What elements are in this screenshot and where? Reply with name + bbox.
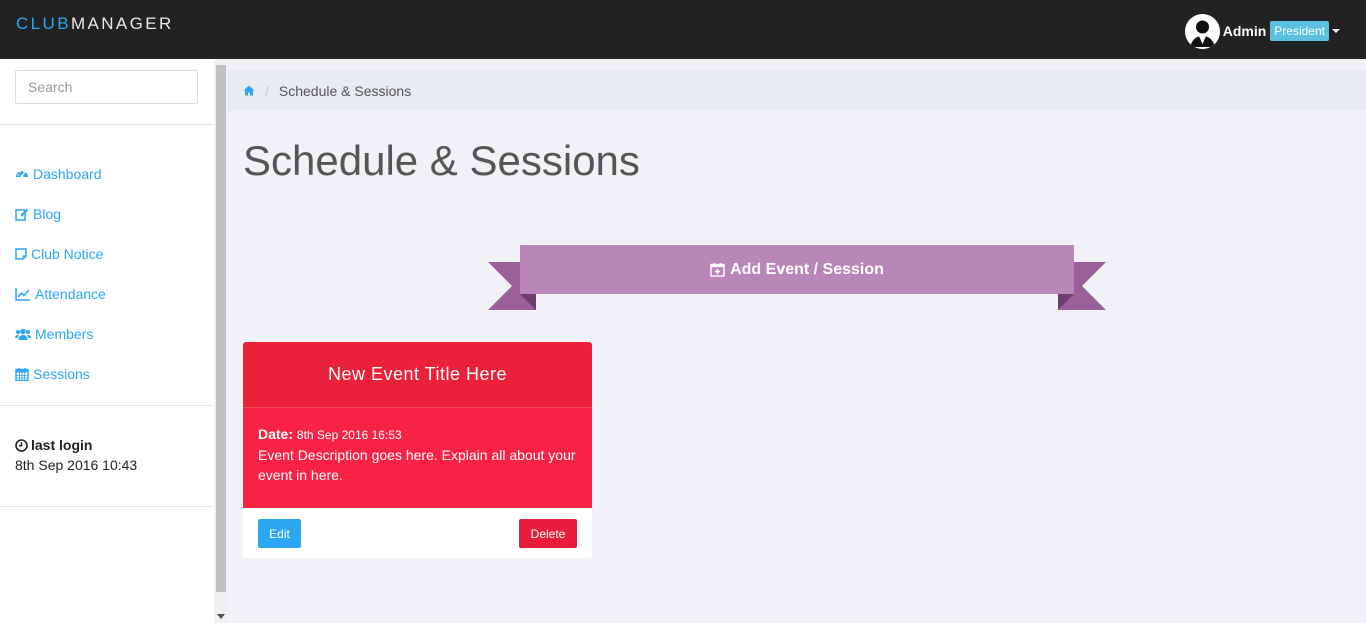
sidebar-item-dashboard[interactable]: Dashboard: [15, 154, 106, 194]
event-date-value: 8th Sep 2016 16:53: [296, 428, 402, 442]
event-date-label: Date:: [258, 426, 294, 442]
users-icon: [15, 328, 31, 340]
sidebar-item-attendance[interactable]: Attendance: [15, 274, 106, 314]
delete-button[interactable]: Delete: [519, 519, 577, 548]
sidebar-item-label: Attendance: [35, 286, 106, 302]
last-login-label: last login: [31, 437, 93, 453]
chevron-down-icon[interactable]: [1332, 29, 1340, 33]
sidebar-item-members[interactable]: Members: [15, 314, 106, 354]
last-login-panel: last login 8th Sep 2016 10:43: [15, 437, 137, 473]
add-event-button[interactable]: Add Event / Session: [520, 245, 1074, 294]
sidebar-item-label: Club Notice: [31, 246, 104, 262]
add-event-label: Add Event / Session: [730, 260, 884, 278]
add-event-ribbon: Add Event / Session: [488, 245, 1106, 310]
search-input[interactable]: [15, 70, 198, 104]
last-login-heading: last login: [15, 437, 137, 453]
home-icon[interactable]: [243, 85, 255, 96]
user-menu[interactable]: Admin President: [1184, 13, 1340, 49]
divider: [0, 506, 214, 507]
clock-icon: [15, 438, 28, 452]
event-card: New Event Title Here Date: 8th Sep 2016 …: [243, 342, 592, 558]
brand-logo[interactable]: CLUBMANAGER: [16, 14, 174, 34]
event-body: Date: 8th Sep 2016 16:53 Event Descripti…: [243, 408, 592, 508]
calendar-icon: [15, 368, 29, 381]
sidebar-item-club-notice[interactable]: Club Notice: [15, 234, 106, 274]
sidebar-item-label: Members: [35, 326, 94, 342]
event-description: Event Description goes here. Explain all…: [258, 447, 576, 483]
edit-button[interactable]: Edit: [258, 519, 301, 548]
divider: [0, 405, 214, 406]
sidebar-item-label: Dashboard: [33, 166, 102, 182]
sidebar-item-label: Blog: [33, 206, 62, 222]
last-login-time: 8th Sep 2016 10:43: [15, 457, 138, 473]
avatar: [1184, 13, 1220, 49]
sticky-note-icon: [15, 248, 27, 260]
edit-icon: [15, 208, 29, 221]
user-name: Admin: [1222, 23, 1267, 39]
top-navbar: CLUBMANAGER Admin President: [0, 0, 1366, 59]
brand-manager-text: MANAGER: [70, 14, 174, 33]
scrollbar-thumb[interactable]: [216, 65, 226, 592]
event-title: New Event Title Here: [243, 342, 592, 408]
sidebar: Dashboard Blog Club Notice Attendance: [0, 59, 214, 623]
sidebar-nav: Dashboard Blog Club Notice Attendance Me…: [15, 154, 106, 394]
scroll-down-arrow-icon[interactable]: [217, 614, 225, 619]
role-badge: President: [1270, 21, 1329, 41]
user-avatar-icon: [1184, 13, 1220, 49]
event-card-footer: Edit Delete: [243, 508, 592, 558]
breadcrumb-current: Schedule & Sessions: [278, 82, 412, 99]
sidebar-item-sessions[interactable]: Sessions: [15, 354, 106, 394]
sidebar-scrollbar[interactable]: [214, 59, 228, 623]
sidebar-item-label: Sessions: [33, 366, 90, 382]
sidebar-item-blog[interactable]: Blog: [15, 194, 106, 234]
dashboard-icon: [16, 170, 28, 178]
brand-club-text: CLUB: [16, 14, 71, 33]
breadcrumb-separator: /: [265, 82, 269, 99]
calendar-plus-icon: [710, 263, 725, 277]
line-chart-icon: [15, 288, 30, 301]
page-title: Schedule & Sessions: [243, 137, 640, 184]
breadcrumb: / Schedule & Sessions: [228, 70, 1366, 111]
divider: [0, 124, 214, 125]
event-date-row: Date: 8th Sep 2016 16:53: [258, 424, 577, 445]
